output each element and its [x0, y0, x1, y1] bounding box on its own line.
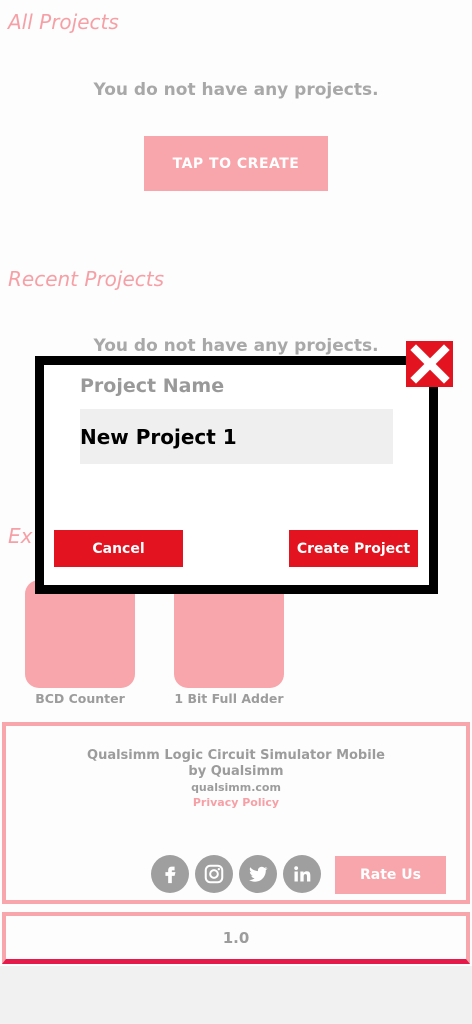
linkedin-icon[interactable]: [283, 855, 321, 893]
facebook-icon[interactable]: [151, 855, 189, 893]
app-name: Qualsimm Logic Circuit Simulator Mobile: [87, 748, 385, 763]
privacy-policy-link[interactable]: Privacy Policy: [6, 796, 466, 809]
by-line: by Qualsimm: [188, 764, 284, 779]
all-projects-empty-message: You do not have any projects.: [93, 80, 379, 100]
project-name-label: Project Name: [80, 375, 225, 397]
bottom-spacer: [0, 966, 472, 1024]
recent-projects-title: Recent Projects: [8, 267, 165, 291]
example-label-full-adder: 1 Bit Full Adder: [174, 691, 284, 706]
recent-projects-empty-message: You do not have any projects.: [93, 336, 379, 356]
project-name-input[interactable]: New Project 1: [80, 409, 393, 464]
close-icon[interactable]: [406, 341, 453, 387]
create-project-button[interactable]: Create Project: [289, 530, 418, 567]
example-card-bcd-counter[interactable]: [25, 580, 135, 688]
twitter-icon[interactable]: [239, 855, 277, 893]
example-card-full-adder[interactable]: [174, 580, 284, 688]
example-label-bcd-counter: BCD Counter: [35, 691, 125, 706]
version-label: 1.0: [2, 912, 470, 964]
project-name-value: New Project 1: [80, 424, 237, 449]
new-project-dialog: Project Name New Project 1 Cancel Create…: [35, 356, 438, 594]
all-projects-title: All Projects: [8, 10, 119, 34]
tap-to-create-button[interactable]: TAP TO CREATE: [144, 136, 328, 191]
examples-title: Ex: [8, 524, 33, 548]
website-link[interactable]: qualsimm.com: [6, 781, 466, 794]
cancel-button[interactable]: Cancel: [54, 530, 183, 567]
instagram-icon[interactable]: [195, 855, 233, 893]
rate-us-button[interactable]: Rate Us: [335, 856, 446, 894]
